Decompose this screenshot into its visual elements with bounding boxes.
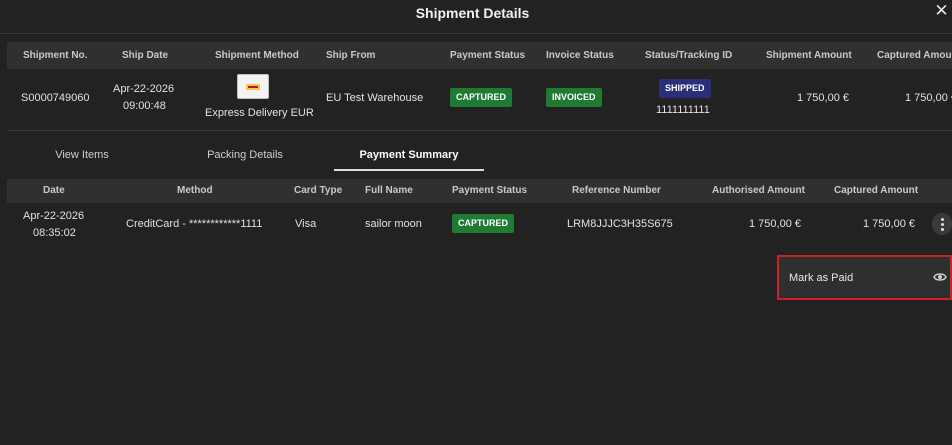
ship-time: 09:00:48 xyxy=(123,100,166,112)
kebab-menu-icon[interactable] xyxy=(932,213,952,235)
ship-from: EU Test Warehouse xyxy=(326,92,424,104)
captured-amount: 1 750,00 € xyxy=(905,92,952,104)
row-divider xyxy=(7,130,952,131)
dhl-logo-icon xyxy=(237,74,269,99)
menu-item-mark-as-paid[interactable]: Mark as Paid xyxy=(789,272,853,284)
col-status-tracking: Status/Tracking ID xyxy=(645,50,733,61)
invoice-status-badge: INVOICED xyxy=(546,88,602,107)
col-captured-amount: Captured Amount xyxy=(834,185,919,196)
reference-number: LRM8JJJC3H35S675 xyxy=(567,218,673,230)
col-shipment-method: Shipment Method xyxy=(215,50,299,61)
close-icon[interactable]: ✕ xyxy=(931,0,952,22)
payment-date: Apr-22-2026 xyxy=(23,210,85,222)
payment-table-header: Date Method Card Type Full Name Payment … xyxy=(7,179,952,203)
shipment-amount: 1 750,00 € xyxy=(797,92,849,104)
payment-time: 08:35:02 xyxy=(33,227,76,239)
col-shipment-amount: Shipment Amount xyxy=(766,50,852,61)
modal-title: Shipment Details xyxy=(415,5,530,21)
tab-payment-summary[interactable]: Payment Summary xyxy=(334,140,484,170)
shipment-no: S0000749060 xyxy=(21,92,90,104)
ship-date: Apr-22-2026 xyxy=(113,83,175,95)
shipment-table-header: Shipment No. Ship Date Shipment Method S… xyxy=(7,42,952,69)
payment-captured-amount: 1 750,00 € xyxy=(863,218,915,230)
payment-status-badge: CAPTURED xyxy=(450,88,513,107)
shipment-status-badge: SHIPPED xyxy=(659,79,711,98)
col-payment-status: Payment Status xyxy=(452,185,528,196)
actions-menu: Mark as Paid xyxy=(777,255,952,300)
col-date: Date xyxy=(43,185,65,196)
col-invoice-status: Invoice Status xyxy=(546,50,614,61)
payment-captured-badge: CAPTURED xyxy=(452,214,515,233)
col-ship-from: Ship From xyxy=(326,50,376,61)
tracking-id[interactable]: 1111111111 xyxy=(656,104,710,116)
authorised-amount: 1 750,00 € xyxy=(749,218,801,230)
col-method: Method xyxy=(177,185,213,196)
title-divider xyxy=(0,33,952,34)
eye-icon[interactable] xyxy=(933,271,947,283)
full-name: sailor moon xyxy=(365,218,422,230)
col-full-name: Full Name xyxy=(365,185,413,196)
payment-method: CreditCard - ************1111 xyxy=(126,218,263,230)
col-captured-amount: Captured Amount xyxy=(877,50,952,61)
tab-packing-details[interactable]: Packing Details xyxy=(170,140,320,170)
col-authorised-amount: Authorised Amount xyxy=(712,185,805,196)
tab-view-items[interactable]: View Items xyxy=(7,140,157,170)
card-type: Visa xyxy=(295,218,317,230)
col-reference-number: Reference Number xyxy=(572,185,661,196)
col-ship-date: Ship Date xyxy=(122,50,169,61)
col-shipment-no: Shipment No. xyxy=(23,50,88,61)
active-tab-indicator xyxy=(334,169,484,171)
col-payment-status: Payment Status xyxy=(450,50,526,61)
shipment-method: Express Delivery EUR xyxy=(205,107,314,119)
col-card-type: Card Type xyxy=(294,185,343,196)
